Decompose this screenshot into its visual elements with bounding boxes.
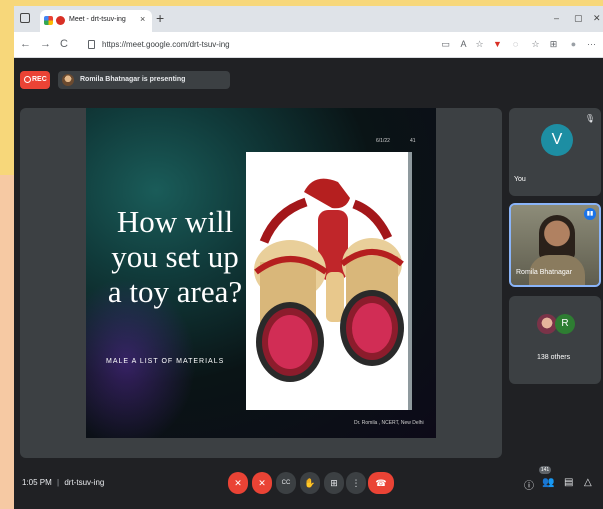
- slide-credit: Dr. Romila , NCERT, New Delhi: [354, 420, 424, 426]
- mic-off-button[interactable]: ✕: [228, 472, 248, 494]
- more-icon[interactable]: ···: [586, 39, 597, 50]
- address-bar-row: ← → C https://meet.google.com/drt-tsuv-i…: [14, 32, 603, 58]
- tab-meet[interactable]: Meet - drt-tsuv-ing ×: [40, 10, 152, 32]
- avatar: R: [555, 314, 575, 334]
- clock-time: 1:05 PM: [22, 478, 52, 487]
- tab-title: Meet - drt-tsuv-ing: [69, 16, 126, 23]
- presenting-banner[interactable]: Romila Bhatnagar is presenting: [58, 71, 230, 89]
- recording-badge: REC: [20, 71, 50, 89]
- participant-name: You: [514, 176, 526, 183]
- meet-top-bar: REC Romila Bhatnagar is presenting: [14, 68, 603, 94]
- tab-close-icon[interactable]: ×: [140, 14, 145, 24]
- slide-page-number: 41: [410, 138, 416, 144]
- back-button[interactable]: ←: [20, 38, 31, 50]
- profile-icon[interactable]: ●: [568, 39, 579, 50]
- meeting-info: 1:05 PM | drt-tsuv-ing: [22, 478, 105, 487]
- shield-icon[interactable]: ◌: [510, 39, 521, 50]
- address-bar[interactable]: https://meet.google.com/drt-tsuv-ing: [88, 36, 458, 54]
- forward-button[interactable]: →: [40, 38, 51, 50]
- reload-button[interactable]: C: [60, 38, 68, 50]
- captions-button[interactable]: CC: [276, 472, 296, 494]
- browser-window: Meet - drt-tsuv-ing × + – ▢ ✕ ← → C http…: [14, 6, 603, 509]
- raise-hand-button[interactable]: ✋: [300, 472, 320, 494]
- collections-icon[interactable]: ⊞: [548, 39, 559, 50]
- more-options-button[interactable]: ⋮: [346, 472, 366, 494]
- slide-heading: How will you set up a toy area?: [107, 204, 243, 309]
- speaking-indicator-icon: ▮▮: [584, 208, 596, 220]
- present-button[interactable]: ⊞: [324, 472, 344, 494]
- extension-icon[interactable]: ▼: [492, 39, 503, 50]
- avatar: [537, 314, 557, 334]
- participant-tile-you[interactable]: 🎙 V You: [509, 108, 601, 196]
- others-count: 138 others: [537, 354, 571, 361]
- read-aloud-icon[interactable]: A: [458, 39, 469, 50]
- call-controls-bar: 1:05 PM | drt-tsuv-ing ✕ ✕ CC ✋ ⊞ ⋮ ☎ ⓘ …: [14, 464, 603, 509]
- favorite-star-icon[interactable]: ☆: [474, 39, 485, 50]
- mic-muted-icon: 🎙: [584, 114, 595, 123]
- slide-subtitle: MALE A LIST OF MATERIALS: [106, 358, 225, 365]
- participant-name: Romila Bhatnagar: [516, 269, 573, 276]
- url-text[interactable]: https://meet.google.com/drt-tsuv-ing: [102, 40, 230, 49]
- meeting-code: drt-tsuv-ing: [64, 478, 105, 487]
- chrome-favicon-icon: [44, 16, 53, 25]
- new-tab-button[interactable]: +: [156, 10, 164, 26]
- tab-strip: Meet - drt-tsuv-ing × + – ▢ ✕: [14, 6, 603, 32]
- end-call-button[interactable]: ☎: [368, 472, 394, 494]
- recording-favicon-icon: [56, 16, 65, 25]
- favorites-icon[interactable]: ☆: [530, 39, 541, 50]
- presenter-avatar: [62, 74, 74, 86]
- people-icon[interactable]: 👥: [542, 477, 554, 488]
- presenting-text: Romila Bhatnagar is presenting: [80, 76, 186, 83]
- rec-label: REC: [32, 76, 47, 83]
- toy-binoculars-image: [246, 152, 408, 410]
- presentation-stage: 6/1/22 41 How will you set up a toy area…: [20, 108, 502, 458]
- close-window-button[interactable]: ✕: [593, 13, 601, 24]
- avatar: V: [541, 124, 573, 156]
- minimize-button[interactable]: –: [554, 13, 559, 23]
- screen-cast-icon[interactable]: ▭: [440, 39, 451, 50]
- record-icon: [24, 76, 31, 83]
- participant-tile-others[interactable]: R 138 others: [509, 296, 601, 384]
- maximize-button[interactable]: ▢: [574, 13, 583, 24]
- participant-count-badge: 141: [539, 466, 551, 474]
- lock-icon: [88, 40, 95, 49]
- chat-icon[interactable]: ▤: [564, 477, 573, 488]
- meeting-details-icon[interactable]: ⓘ: [524, 477, 534, 492]
- shared-slide: 6/1/22 41 How will you set up a toy area…: [86, 108, 436, 438]
- participant-tile-presenter[interactable]: ▮▮ Romila Bhatnagar: [509, 203, 601, 287]
- slide-date: 6/1/22: [376, 138, 390, 144]
- camera-off-button[interactable]: ✕: [252, 472, 272, 494]
- tab-actions-icon[interactable]: [20, 13, 30, 23]
- activities-icon[interactable]: △: [584, 477, 592, 488]
